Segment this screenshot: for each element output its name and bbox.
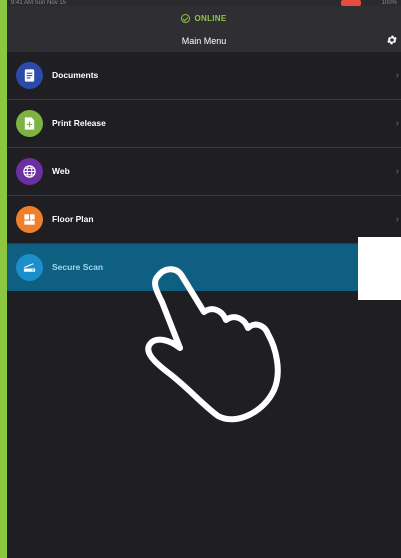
menu-item-floor-plan[interactable]: Floor Plan ›: [7, 196, 401, 244]
overlay-panel: [358, 237, 401, 300]
floor-plan-icon: [24, 214, 35, 225]
print-release-icon: [24, 117, 35, 130]
chevron-right-icon: ›: [395, 214, 399, 225]
page-title: Main Menu: [181, 36, 227, 46]
check-circle-icon: [181, 14, 191, 23]
floor-plan-icon-badge: [16, 206, 43, 233]
menu-item-label: Secure Scan: [52, 262, 104, 272]
main-menu-list: Documents › Print Release › Web › Floor …: [7, 52, 401, 291]
connection-status: ONLINE: [7, 14, 401, 23]
tap-hand-icon: [145, 266, 281, 423]
document-icon: [24, 69, 35, 82]
app-header: ONLINE Main Menu: [7, 6, 401, 52]
chevron-right-icon: ›: [395, 118, 399, 129]
menu-item-label: Print Release: [52, 118, 106, 128]
globe-icon: [23, 165, 36, 178]
secure-scan-icon-badge: [16, 254, 43, 281]
menu-item-documents[interactable]: Documents ›: [7, 52, 401, 100]
menu-item-label: Web: [52, 166, 70, 176]
gear-icon[interactable]: [386, 34, 398, 46]
menu-item-print-release[interactable]: Print Release ›: [7, 100, 401, 148]
print-release-icon-badge: [16, 110, 43, 137]
web-icon-badge: [16, 158, 43, 185]
menu-item-label: Documents: [52, 70, 99, 80]
chevron-right-icon: ›: [395, 70, 399, 81]
menu-item-label: Floor Plan: [52, 214, 94, 224]
menu-item-web[interactable]: Web ›: [7, 148, 401, 196]
scanner-icon: [23, 263, 36, 272]
documents-icon-badge: [16, 62, 43, 89]
chevron-right-icon: ›: [395, 166, 399, 177]
online-label: ONLINE: [194, 14, 227, 23]
